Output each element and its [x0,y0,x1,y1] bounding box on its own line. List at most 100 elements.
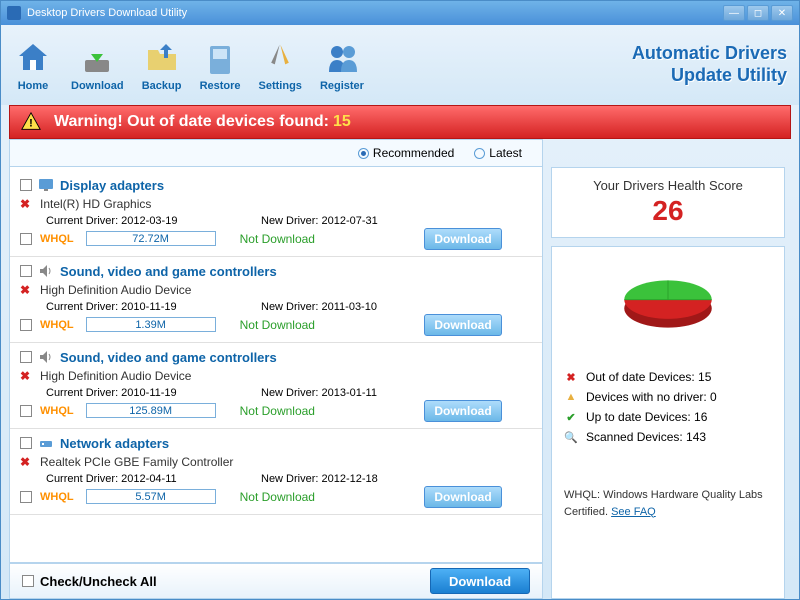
device-row: ✖ Intel(R) HD Graphics [20,195,532,213]
whql-label: WHQL [40,319,74,331]
stat-icon: ✖ [564,370,578,384]
svg-text:!: ! [29,118,33,130]
device-name: Intel(R) HD Graphics [40,197,151,211]
checkbox-icon [22,575,34,587]
category-row: Sound, video and game controllers [20,347,532,367]
right-panel: Your Drivers Health Score 26 [551,139,785,599]
toolbar-label: Download [71,80,124,92]
toolbar-label: Settings [259,80,302,92]
device-checkbox[interactable] [20,265,32,277]
current-driver-date: Current Driver: 2010-11-19 [46,301,261,313]
device-block: Display adapters ✖ Intel(R) HD Graphics Cur… [10,171,542,257]
device-block: Sound, video and game controllers ✖ High D… [10,257,542,343]
whql-label: WHQL [40,491,74,503]
filter-row: Recommended Latest [9,139,543,167]
category-name[interactable]: Sound, video and game controllers [60,264,277,279]
app-window: Desktop Drivers Download Utility — ◻ ✕ H… [0,0,800,600]
footer-row: Check/Uncheck All Download [9,563,543,599]
toolbar-restore[interactable]: Restore [200,38,241,92]
outdated-icon: ✖ [20,369,34,383]
download-button[interactable]: Download [424,400,502,422]
size-bar: 1.39M [86,317,216,332]
score-value: 26 [562,195,774,227]
stat-line: ✔Up to date Devices: 16 [564,407,772,427]
download-button[interactable]: Download [424,314,502,336]
device-list[interactable]: Display adapters ✖ Intel(R) HD Graphics Cur… [9,167,543,563]
device-name: High Definition Audio Device [40,283,191,297]
whql-label: WHQL [40,405,74,417]
settings-icon [260,38,300,78]
download-all-button[interactable]: Download [430,568,530,594]
toolbar-settings[interactable]: Settings [259,38,302,92]
stats-box: ✖Out of date Devices: 15▲Devices with no… [551,246,785,599]
device-checkbox[interactable] [20,437,32,449]
warning-icon: ! [20,111,42,133]
toolbar: Home Download Backup Restore Settings Registe… [1,25,799,105]
device-block: Sound, video and game controllers ✖ High D… [10,343,542,429]
device-row: ✖Realtek PCIe GBE Family Controller [20,453,532,471]
size-bar: 72.72M [86,231,216,246]
backup-icon [142,38,182,78]
main-row: Recommended Latest Display adapters ✖ Inte… [9,139,791,599]
maximize-button[interactable]: ◻ [747,5,769,21]
date-row: Current Driver: 2010-11-19New Driver: 20… [20,385,532,401]
toolbar-download[interactable]: Download [71,38,124,92]
new-driver-date: New Driver: 2012-07-31 [261,215,378,227]
stat-text: Out of date Devices: 15 [586,370,711,384]
whql-checkbox[interactable] [20,233,32,245]
size-bar: 5.57M [86,489,216,504]
pie-chart [613,269,723,339]
whql-checkbox[interactable] [20,405,32,417]
device-block: Network adapters ✖Realtek PCIe GBE Family… [10,429,542,515]
check-all-toggle[interactable]: Check/Uncheck All [22,574,157,589]
warning-text: Warning! Out of date devices found: [54,113,329,131]
window-controls: — ◻ ✕ [723,5,793,21]
outdated-icon: ✖ [20,283,34,297]
toolbar-backup[interactable]: Backup [142,38,182,92]
check-all-label: Check/Uncheck All [40,574,157,589]
radio-latest[interactable]: Latest [474,146,522,160]
category-row: Display adapters [20,175,532,195]
download-status: Not Download [240,490,315,504]
toolbar-label: Restore [200,80,241,92]
brand-text: Automatic Drivers Update Utility [632,43,787,86]
device-name: High Definition Audio Device [40,369,191,383]
download-status: Not Download [240,404,315,418]
network-icon [38,435,54,451]
warning-bar: ! Warning! Out of date devices found: 15 [9,105,791,139]
date-row: Current Driver: 2012-03-19New Driver: 20… [20,213,532,229]
category-name[interactable]: Sound, video and game controllers [60,350,277,365]
whql-checkbox[interactable] [20,491,32,503]
faq-link[interactable]: See FAQ [611,506,656,518]
whql-row: WHQL 1.39M Not Download Download [20,315,532,334]
whql-row: WHQL 5.57M Not Download Download [20,487,532,506]
device-name: Realtek PCIe GBE Family Controller [40,455,233,469]
left-panel: Recommended Latest Display adapters ✖ Inte… [9,139,543,599]
whql-row: WHQL125.89MNot DownloadDownload [20,401,532,420]
category-name[interactable]: Display adapters [60,178,164,193]
radio-recommended[interactable]: Recommended [358,146,454,160]
new-driver-date: New Driver: 2011-03-10 [261,301,377,313]
minimize-button[interactable]: — [723,5,745,21]
stat-text: Scanned Devices: 143 [586,430,706,444]
device-checkbox[interactable] [20,179,32,191]
stat-icon: ▲ [564,390,578,404]
brand-line1: Automatic Drivers [632,43,787,65]
download-button[interactable]: Download [424,228,502,250]
download-status: Not Download [240,232,315,246]
restore-icon [200,38,240,78]
toolbar-home[interactable]: Home [13,38,53,92]
whql-row: WHQL72.72MNot DownloadDownload [20,229,532,248]
download-button[interactable]: Download [424,486,502,508]
current-driver-date: Current Driver: 2012-03-19 [46,215,261,227]
outdated-icon: ✖ [20,197,34,211]
close-button[interactable]: ✕ [771,5,793,21]
category-name[interactable]: Network adapters [60,436,169,451]
whql-checkbox[interactable] [20,319,32,331]
device-checkbox[interactable] [20,351,32,363]
download-status: Not Download [240,318,315,332]
toolbar-register[interactable]: Register [320,38,364,92]
download-icon [77,38,117,78]
score-title: Your Drivers Health Score [562,178,774,193]
home-icon [13,38,53,78]
